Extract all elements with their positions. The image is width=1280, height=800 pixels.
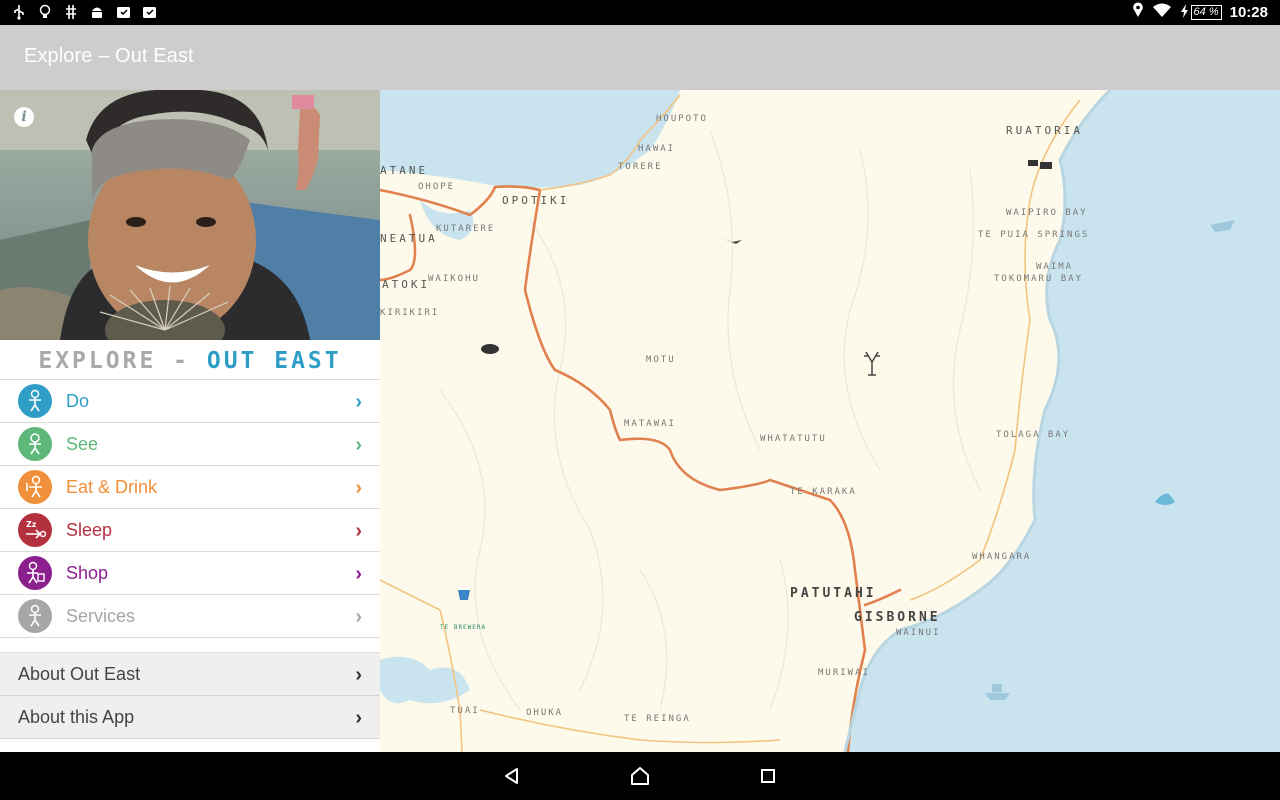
map-label: OPOTIKI xyxy=(502,194,570,207)
back-button[interactable] xyxy=(500,764,524,788)
map-label: TOLAGA BAY xyxy=(996,430,1071,440)
map-label: MATAWAI xyxy=(624,419,676,429)
chevron-right-icon: › xyxy=(355,391,362,413)
map-label: TUAI xyxy=(450,706,480,716)
navigation-bar xyxy=(0,752,1280,800)
sleep-icon: Zz xyxy=(18,513,52,547)
menu-item-label: Shop xyxy=(66,562,109,583)
chevron-right-icon: › xyxy=(355,707,362,729)
svg-text:Zz: Zz xyxy=(26,520,37,529)
app-bar: Explore – Out East xyxy=(0,25,1280,90)
usb-icon xyxy=(10,3,28,21)
map-label: KIRIKIRI xyxy=(380,308,440,318)
home-icon xyxy=(631,767,649,785)
recents-button[interactable] xyxy=(756,764,780,788)
info-icon[interactable]: i xyxy=(14,107,34,127)
status-bar: 64 % 10:28 xyxy=(0,0,1280,25)
menu-item-sleep[interactable]: Zz Sleep › xyxy=(0,509,380,552)
map-label: OHOPE xyxy=(418,182,456,192)
map-label: TORERE xyxy=(618,162,663,172)
wifi-icon xyxy=(1152,2,1172,23)
map-label: KUTARERE xyxy=(436,224,496,234)
android-icon xyxy=(88,3,106,21)
menu-item-label: Do xyxy=(66,390,90,411)
map-label: ATOKI xyxy=(382,278,431,291)
back-icon xyxy=(505,768,518,784)
map-label: MURIWAI xyxy=(818,668,870,678)
about-this-app-item[interactable]: About this App › xyxy=(0,696,380,739)
map-label: WAINUI xyxy=(896,628,941,638)
section-divider xyxy=(0,638,380,653)
map-label: HOUPOTO xyxy=(656,114,708,124)
map-label: WAIMA xyxy=(1036,262,1074,272)
map-label: MOTU xyxy=(646,355,676,365)
map-label: WAIKOHU xyxy=(428,274,480,284)
map-canvas[interactable] xyxy=(380,90,1280,752)
chevron-right-icon: › xyxy=(355,606,362,628)
debug-icon xyxy=(62,3,80,21)
map-label: PATUTAHI xyxy=(790,586,877,601)
menu-item-label: Sleep xyxy=(66,519,113,540)
menu-item-label: Services xyxy=(66,605,136,626)
battery-icon: 64 % xyxy=(1190,5,1222,20)
map-label: HAWAI xyxy=(638,144,676,154)
pin-icon[interactable] xyxy=(458,590,470,600)
map-label: TE REINGA xyxy=(624,714,691,724)
menu-item-shop[interactable]: Shop › xyxy=(0,552,380,595)
map-label: GISBORNE xyxy=(854,610,941,625)
binoculars-person-icon xyxy=(18,427,52,461)
map-label: TOKOMARU BAY xyxy=(994,274,1084,284)
menu-item-do[interactable]: Do › xyxy=(0,380,380,423)
menu-item-services[interactable]: Services › xyxy=(0,595,380,638)
battery-level: 64 % xyxy=(1193,6,1219,18)
chevron-right-icon: › xyxy=(355,434,362,456)
about-item-label: About this App xyxy=(18,706,135,727)
about-item-label: About Out East xyxy=(18,663,141,684)
charging-icon xyxy=(1180,4,1189,21)
map-label: TE PUIA SPRINGS xyxy=(978,230,1090,240)
menu-item-see[interactable]: See › xyxy=(0,423,380,466)
menu-item-label: Eat & Drink xyxy=(66,476,158,497)
services-person-icon xyxy=(18,599,52,633)
map-label: TE BREWERA xyxy=(440,624,487,631)
notification-icon xyxy=(114,3,132,21)
shopper-icon xyxy=(18,556,52,590)
boar-icon xyxy=(481,344,499,354)
page-title: Explore – Out East xyxy=(24,45,194,67)
recents-icon xyxy=(761,769,775,783)
map-label: RUATORIA xyxy=(1006,124,1083,137)
chevron-right-icon: › xyxy=(355,477,362,499)
location-icon xyxy=(1132,2,1144,23)
map-label: WAIPIRO BAY xyxy=(1006,208,1088,218)
about-out-east-item[interactable]: About Out East › xyxy=(0,653,380,696)
brand-part-explore: EXPLORE - xyxy=(38,348,207,374)
chevron-right-icon: › xyxy=(355,520,362,542)
chevron-right-icon: › xyxy=(355,563,362,585)
map-label: ATANE xyxy=(380,164,429,177)
map-view[interactable]: HOUPOTO HAWAI TORERE RUATORIA ATANE OHOP… xyxy=(380,90,1280,752)
map-label: NEATUA xyxy=(380,232,438,245)
map-label: TE KARAKA xyxy=(790,487,857,497)
brand-part-out-east: OUT EAST xyxy=(206,348,342,374)
person-icon xyxy=(18,384,52,418)
menu-panel: i EXPLORE - OUT EAST Do › See › Eat & Dr… xyxy=(0,90,380,752)
diner-icon xyxy=(18,470,52,504)
notification-icon xyxy=(140,3,158,21)
hero-photo: i xyxy=(0,90,380,340)
map-label: WHATATUTU xyxy=(760,434,827,444)
map-label: WHANGARA xyxy=(972,552,1032,562)
chevron-right-icon: › xyxy=(355,664,362,686)
map-label: OHUKA xyxy=(526,708,564,718)
brand-heading: EXPLORE - OUT EAST xyxy=(0,340,380,380)
lightbulb-icon xyxy=(36,3,54,21)
menu-item-eat-drink[interactable]: Eat & Drink › xyxy=(0,466,380,509)
menu-item-label: See xyxy=(66,433,99,454)
home-button[interactable] xyxy=(628,764,652,788)
clock: 10:28 xyxy=(1229,4,1268,21)
